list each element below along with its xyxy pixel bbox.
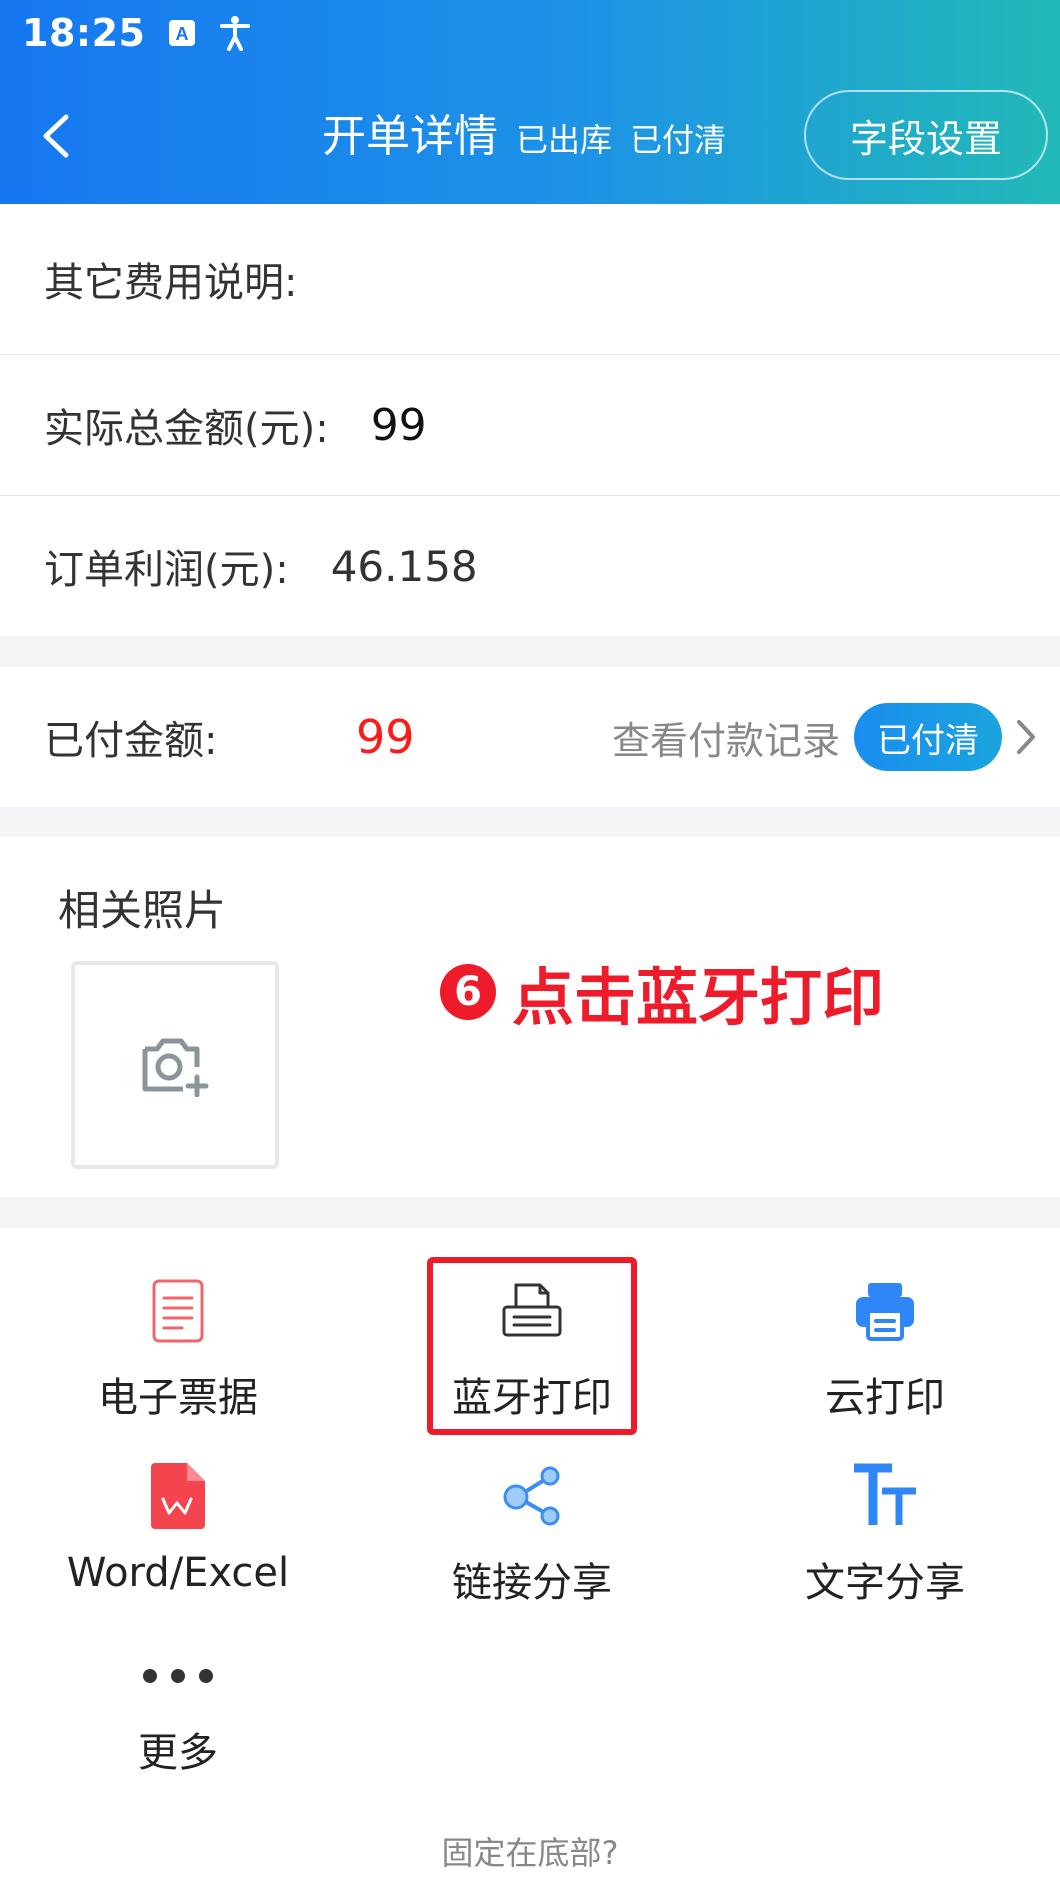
back-button[interactable] [30, 106, 80, 166]
action-link-share[interactable]: 链接分享 [382, 1458, 682, 1608]
field-settings-button[interactable]: 字段设置 [804, 90, 1048, 180]
annotation-number: 6 [440, 964, 496, 1020]
highlight-box [427, 1257, 637, 1435]
actual-total-value: 99 [370, 399, 427, 451]
photos-title: 相关照片 [58, 886, 227, 935]
a-icon: A [167, 18, 197, 48]
action-more[interactable]: 更多 [28, 1648, 328, 1778]
action-label: 更多 [138, 1730, 218, 1776]
app-header: 18:25 A 开单详情 已出库 已付清 字段设置 [0, 0, 1060, 204]
chevron-right-icon [1014, 717, 1038, 757]
action-label: 电子票据 [98, 1375, 258, 1421]
status-time: 18:25 [22, 11, 146, 55]
actual-total-row: 实际总金额(元): 99 [0, 355, 1060, 495]
action-label: 云打印 [825, 1375, 945, 1421]
svg-text:A: A [176, 24, 189, 44]
share-icon [501, 1458, 563, 1534]
profit-value: 46.158 [330, 541, 478, 591]
text-size-icon [852, 1458, 918, 1534]
action-label: 链接分享 [452, 1560, 612, 1606]
paid-amount-row: 已付金额: 99 查看付款记录 已付清 [0, 667, 1060, 807]
action-text-share[interactable]: 文字分享 [735, 1458, 1035, 1608]
page-title: 开单详情 [322, 111, 498, 162]
payment-records-link[interactable]: 查看付款记录 已付清 [612, 703, 1038, 771]
profit-row: 订单利润(元): 46.158 [0, 496, 1060, 636]
more-dots-icon [140, 1648, 216, 1704]
document-icon [150, 1273, 206, 1349]
add-photo-button[interactable] [71, 961, 279, 1169]
nav-title-group: 开单详情 已出库 已付清 [322, 100, 726, 164]
wps-file-icon [149, 1458, 207, 1534]
paid-amount-value: 99 [356, 710, 415, 764]
annotation-text: 点击蓝牙打印 [512, 961, 885, 1034]
instruction-annotation: 6 点击蓝牙打印 [440, 947, 884, 1037]
actual-total-label: 实际总金额(元): [44, 406, 329, 452]
status-bar: 18:25 A [22, 8, 251, 58]
paid-amount-label: 已付金额: [44, 718, 218, 764]
accessibility-icon [219, 15, 251, 51]
share-actions-panel: 电子票据 蓝牙打印 云打印 Word/Excel 链接分享 文字分享 更多 固定… [0, 1228, 1060, 1884]
action-label: Word/Excel [66, 1550, 290, 1596]
printer-icon [854, 1273, 916, 1349]
view-payment-records[interactable]: 查看付款记录 [612, 710, 840, 765]
chevron-left-icon [43, 114, 69, 158]
action-e-receipt[interactable]: 电子票据 [28, 1273, 328, 1423]
other-fees-label: 其它费用说明: [44, 260, 298, 306]
action-cloud-print[interactable]: 云打印 [735, 1273, 1035, 1423]
status-outbound: 已出库 [516, 121, 613, 159]
other-fees-row[interactable]: 其它费用说明: [0, 204, 1060, 354]
paid-status-badge: 已付清 [854, 703, 1002, 771]
pin-to-bottom-link[interactable]: 固定在底部? [0, 1828, 1060, 1874]
action-word-excel[interactable]: Word/Excel [28, 1458, 328, 1596]
add-photo-icon [142, 1038, 209, 1097]
photos-section: 相关照片 6 点击蓝牙打印 [0, 837, 1060, 1197]
profit-label: 订单利润(元): [44, 547, 289, 593]
status-paid: 已付清 [630, 121, 727, 159]
action-label: 文字分享 [805, 1560, 965, 1606]
